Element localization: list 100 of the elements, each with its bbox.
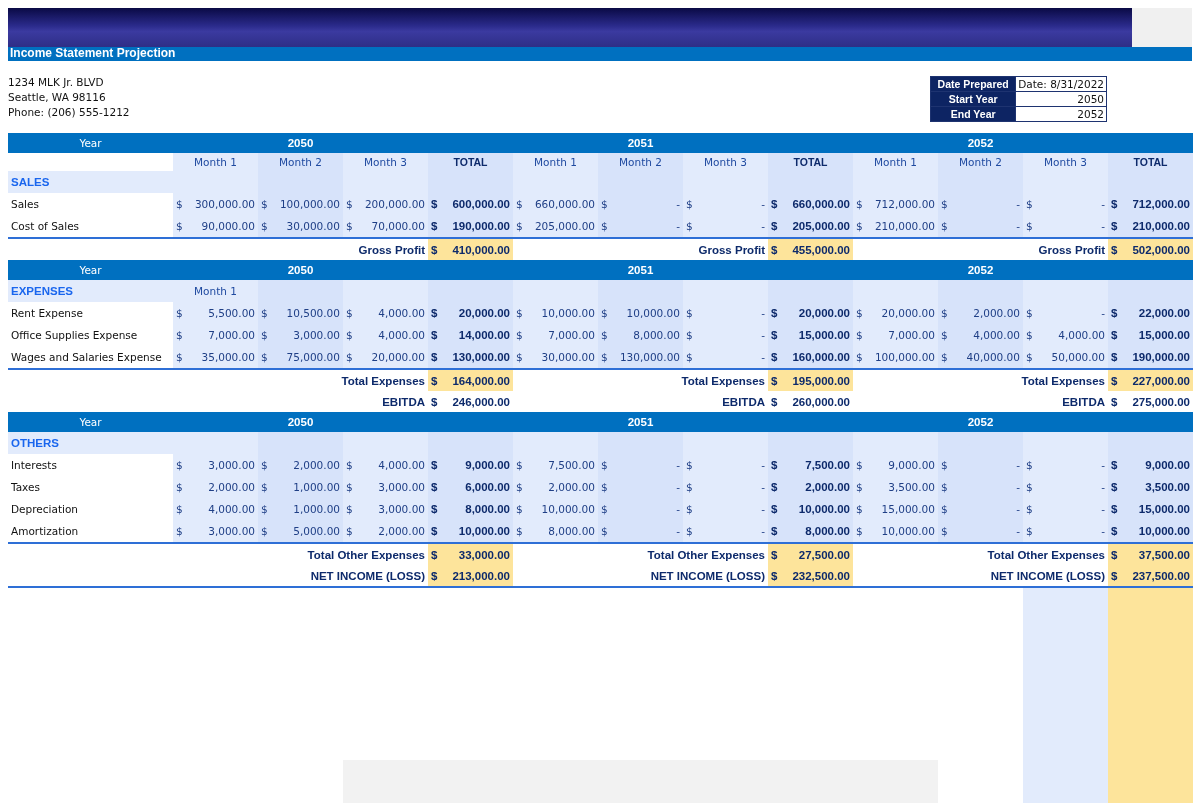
currency-symbol: $ (1026, 307, 1033, 319)
amount-text: - (761, 525, 765, 537)
currency-symbol: $ (261, 459, 268, 471)
amount-text: 37,500.00 (1138, 548, 1190, 561)
currency-symbol: $ (941, 198, 948, 210)
currency-symbol: $ (1026, 481, 1033, 493)
currency-symbol: $ (176, 198, 183, 210)
currency-symbol: $ (261, 525, 268, 537)
amount-text: 232,500.00 (792, 569, 850, 582)
currency-symbol: $ (516, 525, 523, 537)
amount-text: 10,000.00 (1138, 525, 1190, 537)
currency-symbol: $ (601, 351, 608, 363)
currency-symbol: $ (1111, 525, 1118, 537)
currency-symbol: $ (431, 198, 438, 210)
summary-label: Total Expenses (513, 369, 768, 391)
currency-symbol: $ (601, 329, 608, 341)
currency-symbol: $ (601, 220, 608, 232)
currency-symbol: $ (431, 329, 438, 341)
currency-symbol: $ (516, 220, 523, 232)
amount-text: 4,000.00 (208, 503, 255, 515)
amount-text: 20,000.00 (798, 307, 850, 319)
column-heading: Month 2 (938, 153, 1023, 171)
column-heading: TOTAL (768, 153, 853, 171)
summary-label: Gross Profit (853, 238, 1108, 260)
currency-symbol: $ (346, 459, 353, 471)
year-heading: 2051 (513, 260, 768, 280)
amount-text: 22,000.00 (1138, 307, 1190, 319)
amount-text: - (1016, 503, 1020, 515)
column-heading: Month 1 (173, 280, 258, 302)
currency-symbol: $ (771, 459, 778, 471)
amount-text: 100,000.00 (279, 198, 340, 210)
amount-text: 40,000.00 (966, 351, 1020, 363)
row-label: Sales (8, 193, 173, 215)
amount-text: 33,000.00 (458, 548, 510, 561)
currency-symbol: $ (771, 548, 778, 561)
amount-text: 213,000.00 (452, 569, 510, 582)
amount-text: 10,000.00 (798, 503, 850, 515)
amount-text: 20,000.00 (881, 307, 935, 319)
currency-symbol: $ (856, 503, 863, 515)
amount-text: 100,000.00 (874, 351, 935, 363)
currency-symbol: $ (686, 198, 693, 210)
amount-text: 10,000.00 (541, 503, 595, 515)
currency-symbol: $ (771, 374, 778, 387)
amount-text: 3,000.00 (293, 329, 340, 341)
amount-text: - (1101, 503, 1105, 515)
amount-text: 2,000.00 (208, 481, 255, 493)
amount-text: - (761, 503, 765, 515)
amount-text: - (1101, 307, 1105, 319)
amount-text: 3,500.00 (1145, 481, 1190, 493)
address-line: Phone: (206) 555-1212 (8, 106, 130, 118)
currency-symbol: $ (516, 481, 523, 493)
currency-symbol: $ (1111, 351, 1118, 363)
amount-text: 660,000.00 (534, 198, 595, 210)
currency-symbol: $ (516, 307, 523, 319)
amount-text: 10,500.00 (286, 307, 340, 319)
currency-symbol: $ (1111, 459, 1118, 471)
amount-text: 237,500.00 (1132, 569, 1190, 582)
amount-text: 4,000.00 (378, 307, 425, 319)
amount-text: 205,000.00 (534, 220, 595, 232)
currency-symbol: $ (856, 198, 863, 210)
currency-symbol: $ (176, 459, 183, 471)
currency-symbol: $ (1026, 525, 1033, 537)
currency-symbol: $ (516, 329, 523, 341)
currency-symbol: $ (346, 198, 353, 210)
currency-symbol: $ (941, 503, 948, 515)
summary-label: Total Other Expenses (173, 543, 428, 565)
amount-text: - (761, 481, 765, 493)
amount-text: - (761, 351, 765, 363)
currency-symbol: $ (601, 307, 608, 319)
amount-text: - (761, 329, 765, 341)
amount-text: 10,000.00 (541, 307, 595, 319)
currency-symbol: $ (176, 307, 183, 319)
currency-symbol: $ (771, 307, 778, 319)
summary-label: Gross Profit (513, 238, 768, 260)
column-heading: Month 1 (853, 153, 938, 171)
amount-text: 8,000.00 (465, 503, 510, 515)
currency-symbol: $ (771, 351, 778, 363)
amount-text: 10,000.00 (881, 525, 935, 537)
currency-symbol: $ (346, 503, 353, 515)
currency-symbol: $ (941, 459, 948, 471)
amount-text: 3,000.00 (378, 481, 425, 493)
info-value: 2050 (1015, 91, 1107, 107)
amount-text: 660,000.00 (792, 198, 850, 210)
currency-symbol: $ (771, 569, 778, 582)
currency-symbol: $ (771, 329, 778, 341)
summary-label: EBITDA (173, 391, 428, 412)
currency-symbol: $ (1111, 307, 1118, 319)
amount-text: - (676, 220, 680, 232)
column-heading: TOTAL (1108, 153, 1193, 171)
amount-text: 2,000.00 (378, 525, 425, 537)
currency-symbol: $ (431, 525, 438, 537)
amount-text: 50,000.00 (1051, 351, 1105, 363)
amount-text: 5,000.00 (293, 525, 340, 537)
amount-text: - (1101, 198, 1105, 210)
currency-symbol: $ (346, 307, 353, 319)
amount-text: - (1016, 481, 1020, 493)
amount-text: 7,000.00 (208, 329, 255, 341)
currency-symbol: $ (261, 351, 268, 363)
currency-symbol: $ (176, 220, 183, 232)
currency-symbol: $ (1026, 329, 1033, 341)
